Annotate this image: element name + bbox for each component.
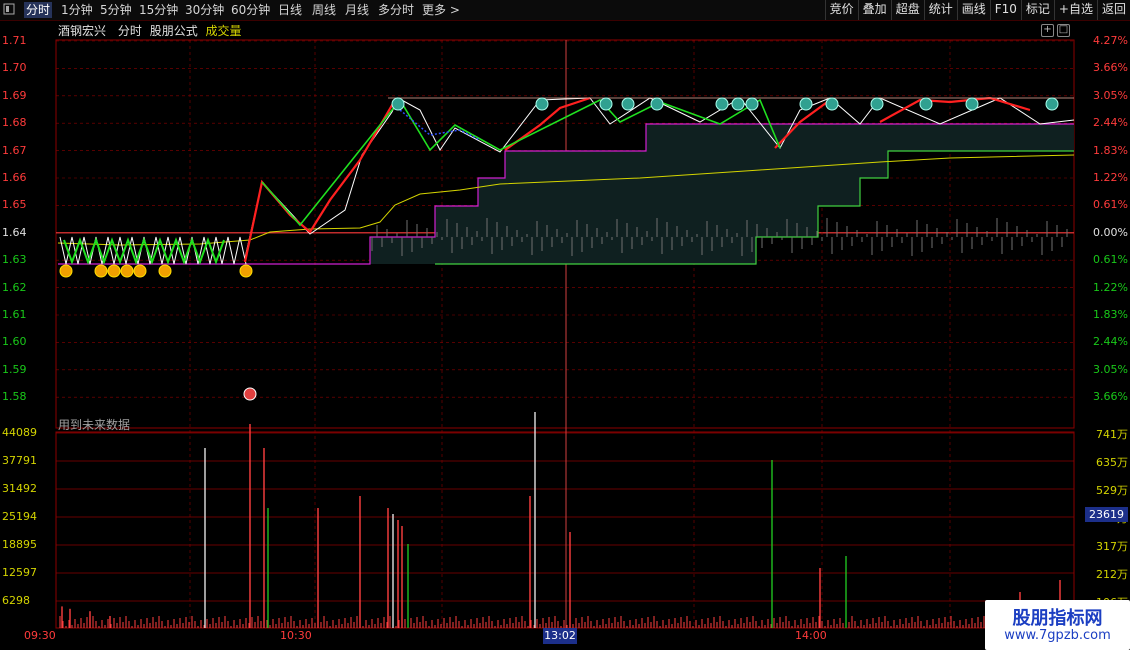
price-tick-label: 1.70: [2, 61, 27, 75]
marker-dot-icon: [243, 387, 257, 401]
volume-tick-label: 31492: [2, 482, 37, 495]
price-tick-label: 1.69: [2, 88, 27, 102]
percent-tick-label: 2.44%: [1093, 116, 1128, 130]
intraday-chart[interactable]: [0, 0, 1130, 650]
watermark: 股朋指标网 www.7gpzb.com: [985, 600, 1130, 650]
volume-tick-label: 6298: [2, 594, 30, 607]
sell-arrow-icon: [1045, 97, 1059, 111]
percent-tick-label: 1.83%: [1093, 308, 1128, 321]
buy-arrow-icon: [94, 264, 108, 278]
price-tick-label: 1.65: [2, 198, 27, 212]
current-volume-badge: 23619: [1085, 507, 1128, 522]
watermark-title: 股朋指标网: [1012, 608, 1103, 629]
sell-arrow-icon: [535, 97, 549, 111]
sell-arrow-icon: [919, 97, 933, 111]
volume-unit-tick-label: 317万: [1096, 540, 1128, 553]
percent-tick-label: 4.27%: [1093, 34, 1128, 47]
volume-tick-label: 25194: [2, 510, 37, 523]
buy-arrow-icon: [239, 264, 253, 278]
sell-arrow-icon: [799, 97, 813, 111]
time-label-1030: 10:30: [280, 629, 312, 642]
sell-arrow-icon: [731, 97, 745, 111]
volume-tick-label: 18895: [2, 538, 37, 551]
buy-arrow-icon: [59, 264, 73, 278]
sell-arrow-icon: [965, 97, 979, 111]
price-tick-label: 1.58: [2, 390, 27, 404]
volume-tick-label: 12597: [2, 566, 37, 579]
buy-arrow-icon: [133, 264, 147, 278]
percent-tick-label: 3.05%: [1093, 362, 1128, 376]
future-data-warning: 用到未来数据: [58, 418, 131, 432]
time-label-open: 09:30: [24, 629, 56, 642]
volume-unit-tick-label: 741万: [1096, 428, 1128, 441]
price-tick-label: 1.62: [2, 280, 27, 294]
volume-tick-label: 37791: [2, 454, 37, 467]
time-label-1400: 14:00: [795, 629, 827, 642]
price-tick-label: 1.68: [2, 116, 27, 130]
price-tick-label: 1.64: [2, 225, 27, 239]
percent-tick-label: 1.83%: [1093, 143, 1128, 157]
sell-arrow-icon: [599, 97, 613, 111]
cursor-time-badge: 13:02: [543, 628, 577, 644]
sell-arrow-icon: [650, 97, 664, 111]
sell-arrow-icon: [745, 97, 759, 111]
percent-tick-label: 1.22%: [1093, 171, 1128, 184]
sell-arrow-icon: [391, 97, 405, 111]
watermark-url: www.7gpzb.com: [1004, 628, 1111, 643]
price-tick-label: 1.61: [2, 308, 27, 321]
buy-arrow-icon: [158, 264, 172, 278]
red-trend-line-4: [879, 96, 1031, 123]
sell-arrow-icon: [621, 97, 635, 111]
price-tick-label: 1.71: [2, 34, 27, 47]
percent-tick-label: 0.61%: [1093, 198, 1128, 212]
price-tick-label: 1.67: [2, 143, 27, 157]
volume-unit-tick-label: 635万: [1096, 456, 1128, 469]
price-tick-label: 1.66: [2, 171, 27, 184]
percent-tick-label: 0.00%: [1093, 225, 1128, 239]
percent-tick-label: 3.05%: [1093, 88, 1128, 102]
percent-tick-label: 1.22%: [1093, 280, 1128, 294]
price-tick-label: 1.59: [2, 362, 27, 376]
buy-arrow-icon: [107, 264, 121, 278]
volume-tick-label: 44089: [2, 426, 37, 439]
sell-arrow-icon: [870, 97, 884, 111]
sell-arrow-icon: [825, 97, 839, 111]
price-tick-label: 1.63: [2, 253, 27, 267]
buy-arrow-icon: [120, 264, 134, 278]
volume-unit-tick-label: 212万: [1096, 568, 1128, 581]
price-tick-label: 1.60: [2, 335, 27, 349]
percent-tick-label: 0.61%: [1093, 253, 1128, 267]
green-signal-zigzag: [63, 237, 225, 265]
sell-arrow-icon: [715, 97, 729, 111]
percent-tick-label: 3.66%: [1093, 390, 1128, 404]
percent-tick-label: 2.44%: [1093, 335, 1128, 349]
percent-tick-label: 3.66%: [1093, 61, 1128, 75]
volume-unit-tick-label: 529万: [1096, 484, 1128, 497]
